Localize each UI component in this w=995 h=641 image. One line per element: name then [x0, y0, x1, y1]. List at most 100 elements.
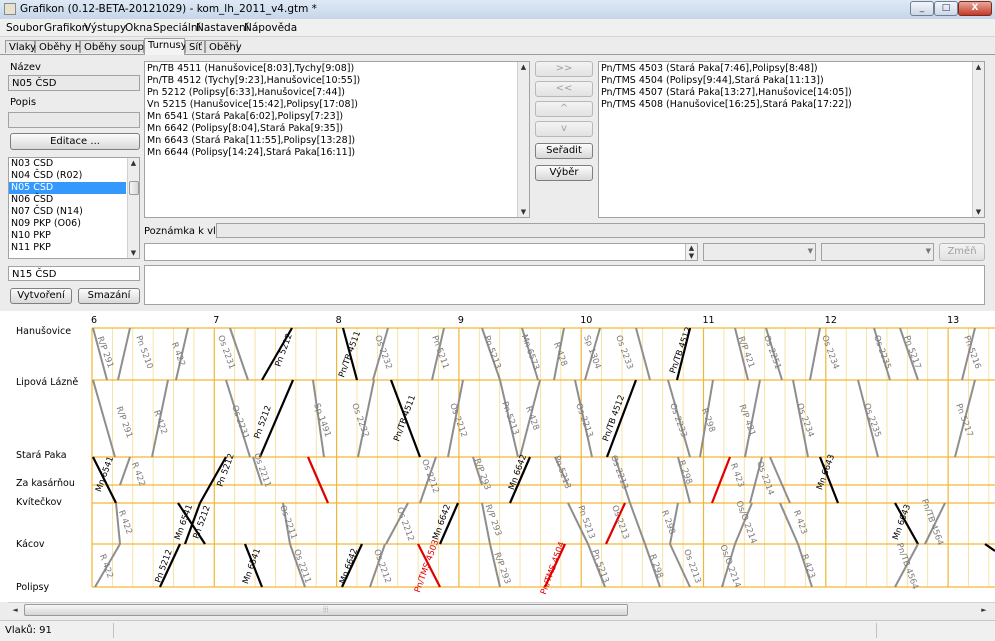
available-train-item[interactable]: Pn/TMS 4508 (Hanušovice[16:25],Stará Pak… — [601, 99, 982, 111]
train-combo-1[interactable]: ▼ — [703, 243, 816, 261]
train-number-label: Os 2235 — [871, 334, 893, 371]
tab-sit[interactable]: Síť — [185, 40, 205, 53]
train-number-label: R 428 — [551, 341, 569, 368]
train-number-label: Os 2232 — [372, 334, 394, 371]
circuit-train-item[interactable]: Pn/TB 4512 (Tychy[9:23],Hanušovice[10:55… — [147, 75, 527, 87]
circuit-list-item[interactable]: N07 ČSD (N14) — [9, 206, 126, 218]
name-field[interactable]: N05 ČSD — [8, 75, 140, 91]
available-trains-scrollbar[interactable]: ▲ ▼ — [972, 62, 984, 217]
menu-vystupy[interactable]: Výstupy — [84, 22, 126, 34]
circuit-train-item[interactable]: Pn 5212 (Polipsy[6:33],Hanušovice[7:44]) — [147, 87, 527, 99]
create-button[interactable]: Vytvoření — [10, 288, 72, 304]
available-trains-list[interactable]: Pn/TMS 4503 (Stará Paka[7:46],Polipsy[8:… — [598, 61, 985, 218]
available-train-item[interactable]: Pn/TMS 4504 (Polipsy[9:44],Stará Paka[11… — [601, 75, 982, 87]
train-number-label: Pn 5216 — [961, 334, 982, 370]
tab-vlaky[interactable]: Vlaky — [5, 40, 36, 53]
menu-soubor[interactable]: Soubor — [6, 22, 43, 34]
menu-nastaveni[interactable]: Nastavení — [196, 22, 249, 34]
train-note-field[interactable] — [216, 223, 985, 238]
move-down-button[interactable]: v — [535, 121, 593, 137]
select-button[interactable]: Výběr — [535, 165, 593, 181]
train-number-label: Mn 6541 — [94, 455, 116, 493]
train-line — [635, 327, 651, 381]
scroll-up-icon[interactable]: ▲ — [128, 158, 139, 168]
circuit-list-item[interactable]: N06 ČSD — [9, 194, 126, 206]
spinner[interactable]: ▲ ▼ — [685, 244, 697, 260]
train-number-label: Os 2212 — [419, 458, 441, 495]
circuit-list-item[interactable]: N05 ČSD — [9, 182, 126, 194]
new-circuit-name-input[interactable]: N15 ČSD — [8, 266, 140, 281]
circuit-trains-items: Pn/TB 4511 (Hanušovice[8:03],Tychy[9:08]… — [145, 62, 529, 160]
circuit-list[interactable]: N03 ČSD N04 ČSD (R02) N05 ČSD N06 ČSD N07 ČS… — [8, 157, 140, 259]
scroll-up-icon[interactable]: ▲ — [518, 62, 529, 72]
train-line — [117, 327, 131, 381]
circuit-train-item[interactable]: Mn 6541 (Stará Paka[6:02],Polipsy[7:23]) — [147, 111, 527, 123]
circuit-list-item[interactable]: N04 ČSD (R02) — [9, 170, 126, 182]
train-number-label: Pn/TB 4511 — [337, 330, 363, 379]
scroll-up-icon[interactable]: ▲ — [973, 62, 984, 72]
tab-turnusy[interactable]: Turnusy — [144, 38, 187, 55]
tab-obehy-hv[interactable]: Oběhy HV — [35, 40, 89, 53]
circuit-trains-scrollbar[interactable]: ▲ ▼ — [517, 62, 529, 217]
scroll-down-icon[interactable]: ▼ — [973, 207, 984, 217]
menu-napoveda[interactable]: Nápověda — [244, 22, 297, 34]
train-number-label: Os 2234 — [819, 334, 841, 371]
available-train-item[interactable]: Pn/TMS 4503 (Stará Paka[7:46],Polipsy[8:… — [601, 63, 982, 75]
train-line — [115, 502, 121, 545]
delete-button[interactable]: Smazání — [78, 288, 140, 304]
add-button[interactable]: >> — [535, 61, 593, 77]
minimize-button[interactable]: _ — [910, 1, 934, 16]
menu-okna[interactable]: Okna — [125, 22, 152, 34]
train-number-label: Pn/TB 4564 — [919, 498, 945, 547]
train-number-label: R 428 — [523, 405, 541, 432]
circuit-list-item[interactable]: N03 ČSD — [9, 158, 126, 170]
spinner-up-icon[interactable]: ▲ — [686, 244, 697, 252]
train-number-label: R 298 — [699, 407, 717, 434]
train-text-input[interactable]: ▲ ▼ — [144, 243, 698, 261]
close-button[interactable]: X — [958, 1, 992, 16]
train-number-label: Pn/TMS 4504 — [539, 541, 567, 597]
train-number-label: Pn 5212 — [273, 332, 294, 368]
tab-obehy[interactable]: Oběhy — [205, 40, 242, 53]
train-number-label: Pn 5217 — [901, 334, 922, 370]
scroll-left-icon[interactable]: ◄ — [10, 605, 20, 615]
train-number-label: R/P 421 — [736, 335, 757, 369]
description-field[interactable] — [8, 112, 140, 128]
maximize-button[interactable]: □ — [934, 1, 958, 16]
circuit-list-scrollbar[interactable]: ▲ ▼ — [127, 158, 139, 258]
menu-specialni[interactable]: Speciální — [153, 22, 200, 34]
spinner-down-icon[interactable]: ▼ — [686, 252, 697, 260]
train-number-label: Os 2211 — [277, 504, 299, 541]
circuit-train-item[interactable]: Pn/TB 4511 (Hanušovice[8:03],Tychy[9:08]… — [147, 63, 527, 75]
graph-hscrollbar[interactable]: ◄ ⦙⦙⦙ ► — [8, 602, 995, 617]
train-graph-canvas[interactable]: R/P 291 Pn 5210 R 422 Os 2231 Pn 5212 Pn/TB 4… — [0, 311, 995, 602]
window-title: Grafikon (0.12-BETA-20121029) - kom_lh_2… — [20, 3, 317, 15]
train-number-label: Pn/TMS 4503 — [413, 539, 441, 595]
tab-obehy-souprav[interactable]: Oběhy souprav — [80, 40, 160, 53]
circuit-train-item[interactable]: Mn 6642 (Polipsy[8:04],Stará Paka[9:35]) — [147, 123, 527, 135]
circuit-list-item[interactable]: N11 PKP — [9, 242, 126, 254]
sort-button[interactable]: Seřadit — [535, 143, 593, 159]
change-button[interactable]: Změň — [939, 243, 985, 261]
circuit-train-item[interactable]: Vn 5215 (Hanušovice[15:42],Polipsy[17:08… — [147, 99, 527, 111]
edit-button[interactable]: Editace ... — [10, 133, 140, 150]
circuit-trains-list[interactable]: Pn/TB 4511 (Hanušovice[8:03],Tychy[9:08]… — [144, 61, 530, 218]
train-graph[interactable]: Hanušovice Lipová Lázně Stará Paka Za kasár… — [0, 311, 995, 602]
scroll-down-icon[interactable]: ▼ — [518, 207, 529, 217]
circuit-list-item[interactable]: N09 PKP (O06) — [9, 218, 126, 230]
train-combo-2[interactable]: ▼ — [821, 243, 934, 261]
circuit-note-textarea[interactable] — [144, 265, 985, 305]
circuit-list-item[interactable]: N10 PKP — [9, 230, 126, 242]
circuit-train-item[interactable]: Mn 6644 (Polipsy[14:24],Stará Paka[16:11… — [147, 147, 527, 159]
remove-button[interactable]: << — [535, 81, 593, 97]
available-train-item[interactable]: Pn/TMS 4507 (Stará Paka[13:27],Hanušovic… — [601, 87, 982, 99]
train-number-label: Pn 5213 — [589, 548, 610, 584]
graph-hscroll-thumb[interactable]: ⦙⦙⦙ — [24, 604, 628, 616]
move-up-button[interactable]: ^ — [535, 101, 593, 117]
circuit-train-item[interactable]: Mn 6643 (Stará Paka[11:55],Polipsy[13:28… — [147, 135, 527, 147]
status-divider — [113, 623, 114, 638]
menu-grafikon[interactable]: Grafikon — [44, 22, 88, 34]
scroll-down-icon[interactable]: ▼ — [128, 248, 139, 258]
scroll-right-icon[interactable]: ► — [979, 605, 989, 615]
scroll-thumb[interactable] — [129, 181, 139, 195]
